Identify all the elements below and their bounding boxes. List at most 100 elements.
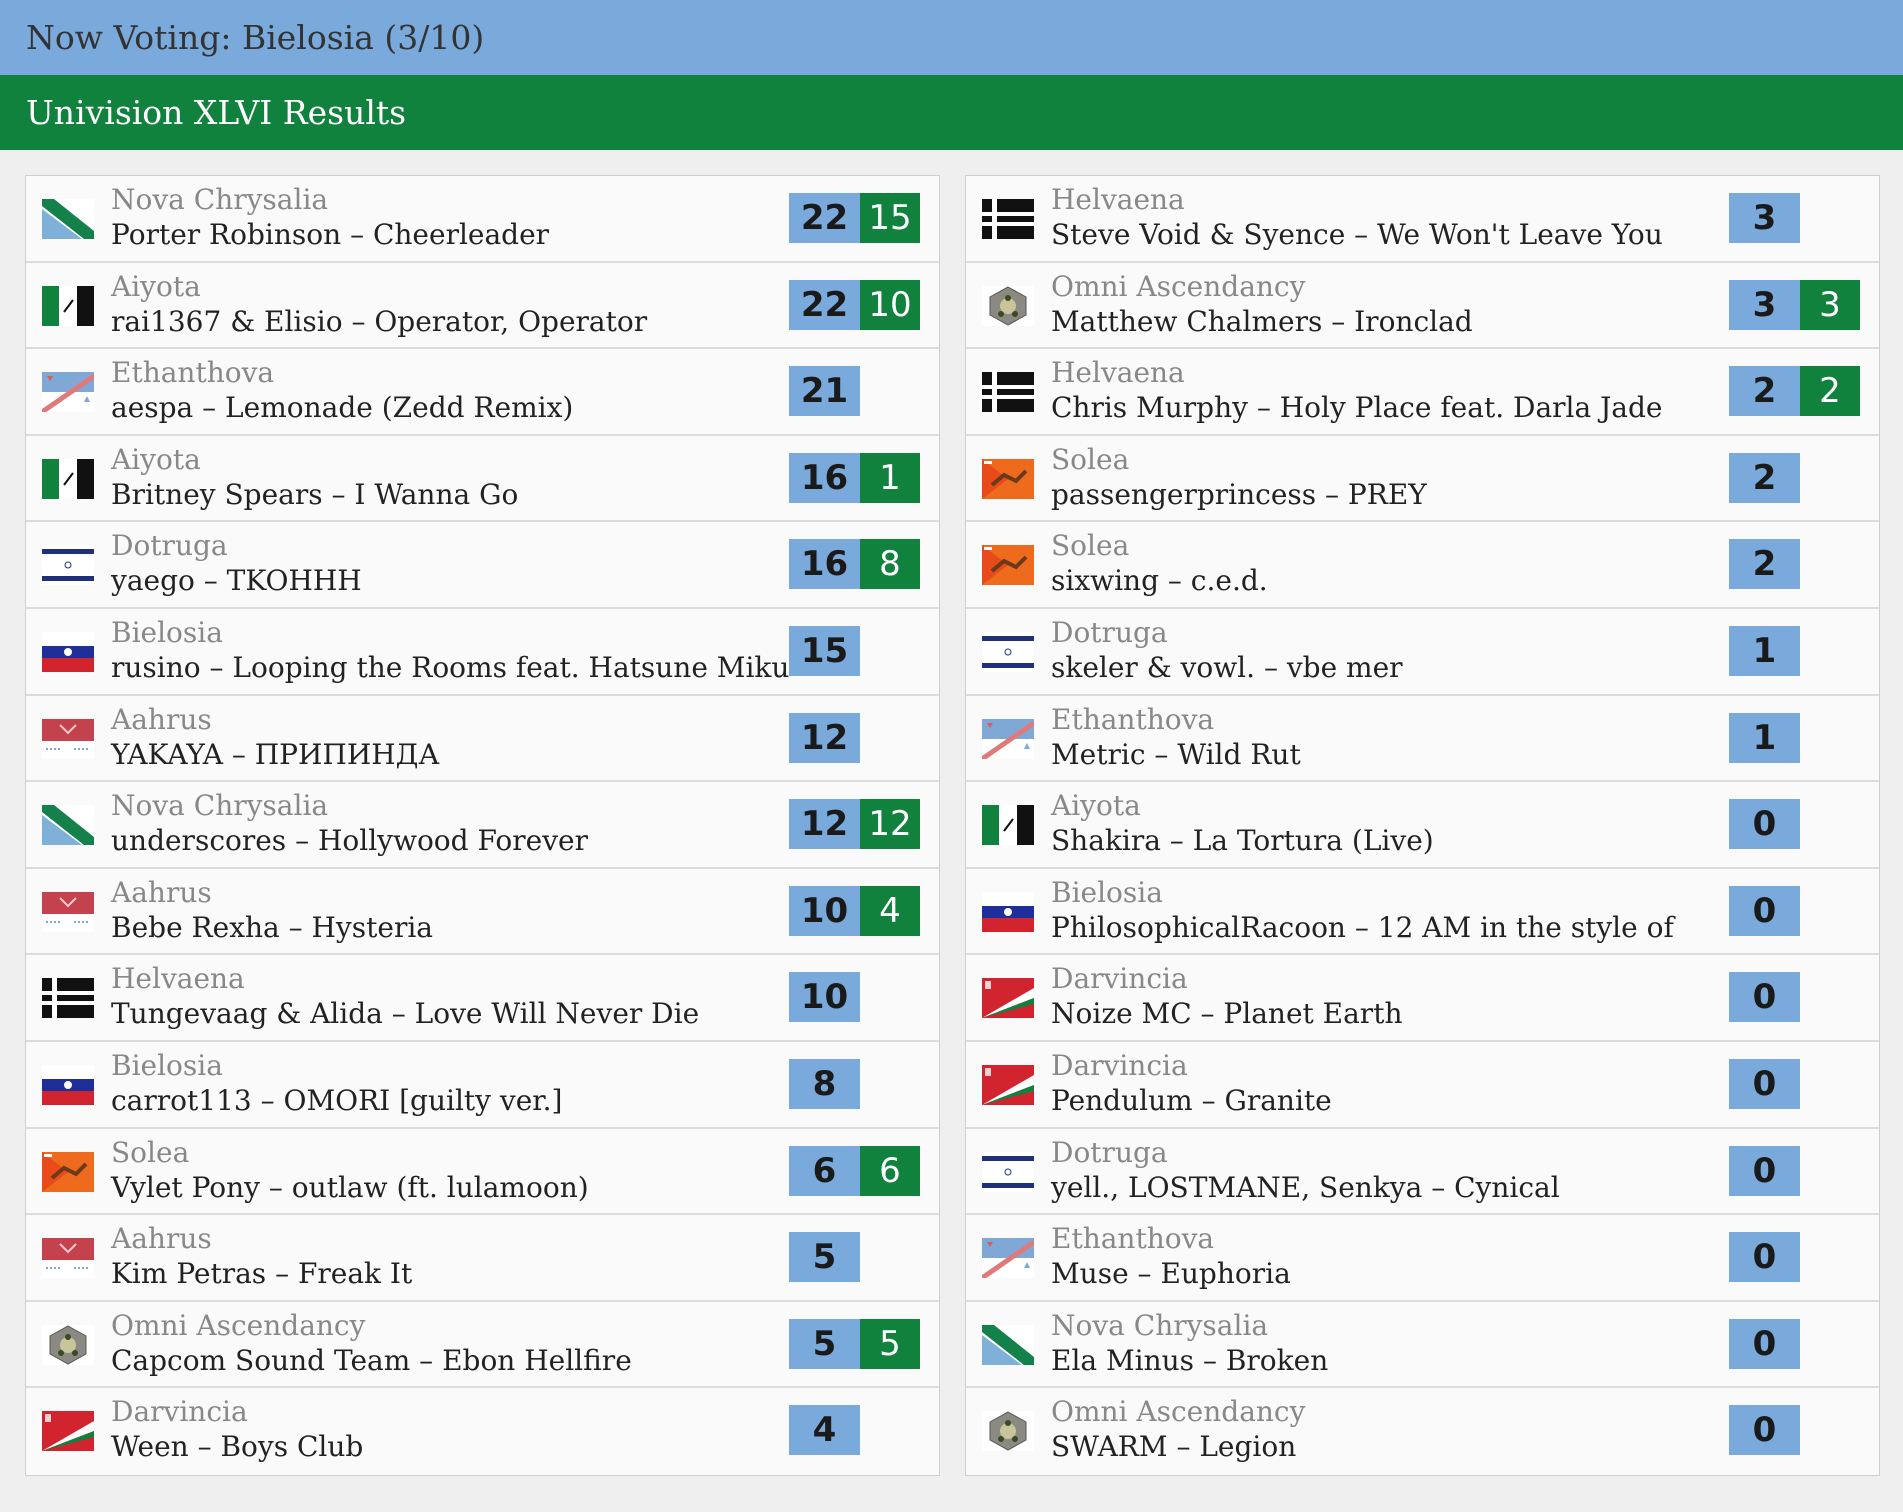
country-name: Darvincia <box>111 1395 248 1429</box>
song-title: Noize MC – Planet Earth <box>1051 997 1403 1031</box>
song-title: Steve Void & Syence – We Won't Leave You <box>1051 218 1663 251</box>
song-title: Matthew Chalmers – Ironclad <box>1051 304 1473 338</box>
helvaena-flag-icon <box>982 199 1034 239</box>
result-row: Aiyota Britney Spears – I Wanna Go 16 1 <box>26 435 939 523</box>
bonus-badge: 15 <box>860 193 920 243</box>
country-name: Aahrus <box>111 702 212 736</box>
solea-flag-icon <box>982 545 1034 586</box>
country-name: Solea <box>1051 442 1130 476</box>
result-row: Aiyota Shakira – La Tortura (Live) 0 <box>966 782 1879 869</box>
ethanthova-flag-icon <box>982 1238 1034 1279</box>
bonus-badge: 3 <box>1800 279 1860 330</box>
result-row: Dotruga yaego – TKOHHH 16 8 <box>26 522 939 609</box>
score-badge: 3 <box>1729 193 1800 243</box>
aahrus-flag-icon <box>42 718 94 759</box>
score-badge: 0 <box>1729 1058 1800 1109</box>
aiyota-flag-icon <box>42 285 94 326</box>
bonus-badge: 12 <box>860 799 920 850</box>
song-title: sixwing – c.e.d. <box>1051 564 1268 598</box>
result-row: Aiyota rai1367 & Elisio – Operator, Opera… <box>26 262 939 350</box>
dotruga-flag-icon <box>982 1151 1034 1192</box>
result-row: Aahrus Bebe Rexha – Hysteria 10 4 <box>26 868 939 956</box>
score-badge: 1 <box>1729 625 1800 676</box>
bielosia-flag-icon <box>42 1064 94 1105</box>
nova-chrysalia-flag-icon <box>42 199 94 239</box>
result-row: Ethanthova Metric – Wild Rut 1 <box>966 695 1879 783</box>
song-title: passengerprincess – PREY <box>1051 477 1427 511</box>
country-name: Aahrus <box>111 875 212 909</box>
song-title: Vylet Pony – outlaw (ft. lulamoon) <box>111 1170 589 1204</box>
darvincia-flag-icon <box>982 1064 1034 1105</box>
score-badge: 22 <box>789 279 860 330</box>
result-row: Aahrus Kim Petras – Freak It 5 <box>26 1215 939 1302</box>
score-badge: 15 <box>789 625 860 676</box>
country-name: Ethanthova <box>1051 702 1215 736</box>
country-name: Nova Chrysalia <box>111 183 329 216</box>
bonus-badge: 1 <box>860 452 920 503</box>
darvincia-flag-icon <box>982 978 1034 1019</box>
score-badge: 5 <box>789 1232 860 1283</box>
country-name: Ethanthova <box>111 356 275 390</box>
score-badge: 21 <box>789 366 860 417</box>
darvincia-flag-icon <box>42 1411 94 1452</box>
score-badge: 0 <box>1729 1145 1800 1196</box>
nova-chrysalia-flag-icon <box>982 1324 1034 1365</box>
country-name: Dotruga <box>1051 1135 1168 1169</box>
bonus-badge: 6 <box>860 1145 920 1196</box>
bielosia-flag-icon <box>42 631 94 672</box>
country-name: Darvincia <box>1051 962 1188 996</box>
result-row: Omni Ascendancy Capcom Sound Team – Ebon … <box>26 1301 939 1389</box>
song-title: skeler & vowl. – vbe mer <box>1051 650 1403 684</box>
result-row: Dotruga skeler & vowl. – vbe mer 1 <box>966 608 1879 696</box>
country-name: Helvaena <box>111 962 245 996</box>
score-badge: 5 <box>789 1318 860 1369</box>
country-name: Omni Ascendancy <box>111 1308 366 1342</box>
song-title: Kim Petras – Freak It <box>111 1257 413 1291</box>
song-title: underscores – Hollywood Forever <box>111 824 588 858</box>
result-row: Helvaena Steve Void & Syence – We Won't L… <box>966 176 1879 263</box>
country-name: Solea <box>1051 529 1130 563</box>
score-badge: 3 <box>1729 279 1800 330</box>
score-badge: 12 <box>789 799 860 850</box>
score-badge: 0 <box>1729 885 1800 936</box>
country-name: Aahrus <box>111 1222 212 1256</box>
solea-flag-icon <box>42 1151 94 1192</box>
song-title: Muse – Euphoria <box>1051 1257 1291 1291</box>
result-row: Nova Chrysalia Ela Minus – Broken 0 <box>966 1301 1879 1389</box>
country-name: Dotruga <box>111 529 228 563</box>
score-badge: 22 <box>789 193 860 243</box>
result-row: Nova Chrysalia underscores – Hollywood Fo… <box>26 782 939 869</box>
score-badge: 16 <box>789 539 860 590</box>
helvaena-flag-icon <box>42 978 94 1019</box>
song-title: Metric – Wild Rut <box>1051 737 1301 771</box>
country-name: Nova Chrysalia <box>1051 1308 1269 1342</box>
score-badge: 0 <box>1729 1405 1800 1456</box>
song-title: Pendulum – Granite <box>1051 1083 1332 1117</box>
bonus-badge: 2 <box>1800 366 1860 417</box>
solea-flag-icon <box>982 458 1034 499</box>
country-name: Darvincia <box>1051 1048 1188 1082</box>
result-row: Bielosia carrot113 – OMORI [guilty ver.] 8 <box>26 1041 939 1129</box>
aiyota-flag-icon <box>982 805 1034 846</box>
score-badge: 0 <box>1729 799 1800 850</box>
score-badge: 10 <box>789 885 860 936</box>
result-row: Darvincia Ween – Boys Club 4 <box>26 1388 939 1475</box>
aahrus-flag-icon <box>42 891 94 932</box>
result-row: Bielosia PhilosophicalRacoon – 12 AM in t… <box>966 868 1879 956</box>
country-name: Omni Ascendancy <box>1051 1395 1306 1429</box>
score-badge: 2 <box>1729 452 1800 503</box>
omni-ascendancy-flag-icon <box>982 1411 1034 1452</box>
score-badge: 10 <box>789 972 860 1023</box>
score-badge: 4 <box>789 1405 860 1456</box>
song-title: PhilosophicalRacoon – 12 AM in the style… <box>1051 910 1674 944</box>
now-voting-bar: Now Voting: Bielosia (3/10) <box>0 0 1903 75</box>
score-badge: 8 <box>789 1058 860 1109</box>
song-title: carrot113 – OMORI [guilty ver.] <box>111 1083 563 1117</box>
ethanthova-flag-icon <box>982 718 1034 759</box>
score-badge: 12 <box>789 712 860 763</box>
country-name: Omni Ascendancy <box>1051 269 1306 303</box>
score-badge: 2 <box>1729 539 1800 590</box>
result-row: Darvincia Pendulum – Granite 0 <box>966 1041 1879 1129</box>
country-name: Aiyota <box>1051 789 1141 823</box>
country-name: Bielosia <box>1051 875 1163 909</box>
